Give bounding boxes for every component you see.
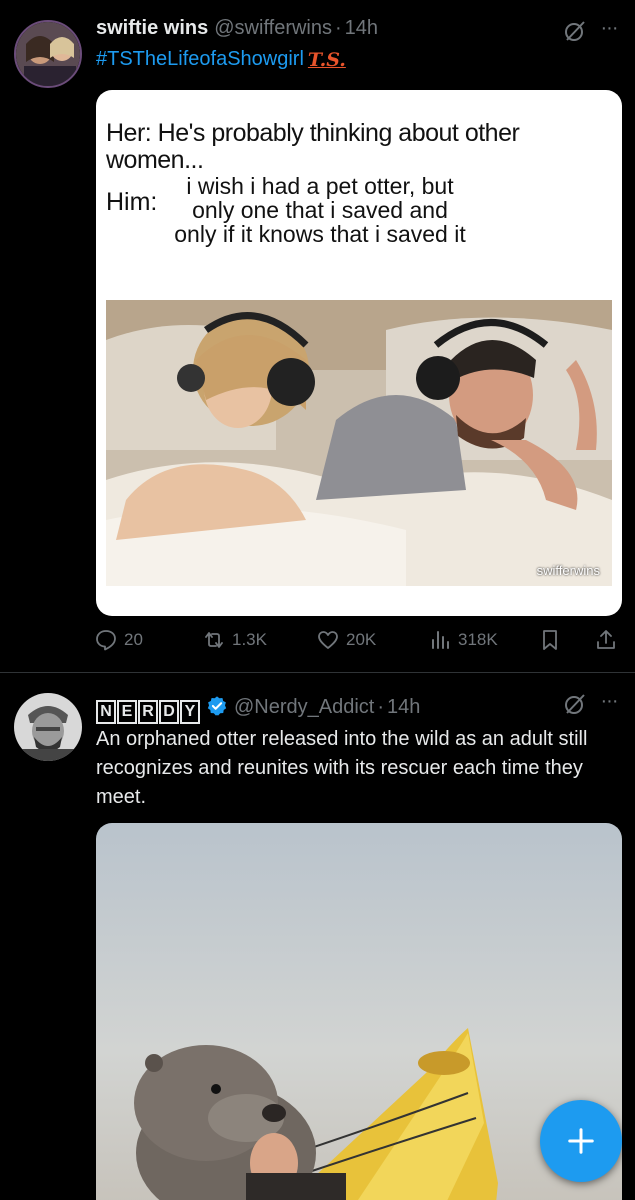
more-options-icon[interactable]: ··· <box>595 18 623 40</box>
reply-icon <box>96 630 116 651</box>
logo-letter: D <box>159 700 179 724</box>
separator: · <box>377 696 385 718</box>
hashtag-badge: T.S. <box>307 48 346 71</box>
more-options-icon[interactable]: ··· <box>595 691 623 713</box>
post-header: N E R D Y @Nerdy_Addict · 14h <box>96 691 615 724</box>
logo-letter: R <box>138 700 158 724</box>
logo-letter: N <box>96 700 116 724</box>
handle[interactable]: @Nerdy_Addict <box>234 696 374 719</box>
display-name[interactable]: swiftie wins <box>96 17 208 40</box>
timestamp[interactable]: 14h <box>387 696 420 719</box>
display-name-logo[interactable]: N E R D Y <box>96 700 200 724</box>
views-count: 318K <box>458 630 498 649</box>
views-button[interactable]: 318K <box>428 628 498 652</box>
compose-button[interactable] <box>540 1100 622 1182</box>
share-button[interactable] <box>594 628 618 652</box>
share-icon <box>597 630 615 649</box>
bookmark-icon <box>543 630 557 650</box>
verified-badge-icon <box>207 696 227 716</box>
like-button[interactable]: 20K <box>316 628 376 652</box>
plus-icon <box>568 1128 594 1154</box>
logo-letter: E <box>117 700 137 724</box>
meme-photo: swifferwins <box>106 300 612 586</box>
post-text: An orphaned otter released into the wild… <box>96 728 588 808</box>
meme-him-label: Him: <box>106 188 158 216</box>
meme-caption: Her: He's probably thinking about other … <box>106 120 606 289</box>
heart-icon <box>318 631 338 649</box>
views-icon <box>432 631 449 649</box>
avatar[interactable] <box>14 693 82 761</box>
reply-count: 20 <box>124 630 143 649</box>
grok-icon[interactable] <box>563 19 587 43</box>
post-text: #TSTheLifeofaShowgirl T.S. <box>96 48 346 71</box>
repost-count: 1.3K <box>232 630 267 649</box>
like-count: 20K <box>346 630 377 649</box>
post-header: swiftie wins @swifferwins · 14h <box>96 17 615 47</box>
post-swiftie-wins[interactable]: swiftie wins @swifferwins · 14h ··· #TST… <box>0 0 635 672</box>
meme-her-line: Her: He's probably thinking about other … <box>106 119 520 174</box>
post-action-bar: 20 1.3K 20K 318K <box>94 624 624 656</box>
hashtag-link[interactable]: #TSTheLifeofaShowgirl <box>96 48 304 71</box>
grok-icon[interactable] <box>563 692 587 716</box>
post-nerdy-addict[interactable]: N E R D Y @Nerdy_Addict · 14h ··· An orp… <box>0 672 635 1200</box>
handle[interactable]: @swifferwins <box>214 17 332 40</box>
reply-button[interactable]: 20 <box>94 628 143 652</box>
repost-icon <box>205 632 223 648</box>
bookmark-button[interactable] <box>538 628 562 652</box>
timestamp[interactable]: 14h <box>345 17 378 40</box>
post-image-meme[interactable]: Her: He's probably thinking about other … <box>96 90 622 616</box>
image-watermark: swifferwins <box>536 563 600 578</box>
logo-letter: Y <box>180 700 200 724</box>
separator: · <box>334 17 342 39</box>
meme-him-line: i wish i had a pet otter, but only one t… <box>174 173 466 247</box>
avatar[interactable] <box>14 20 82 88</box>
repost-button[interactable]: 1.3K <box>202 628 267 652</box>
